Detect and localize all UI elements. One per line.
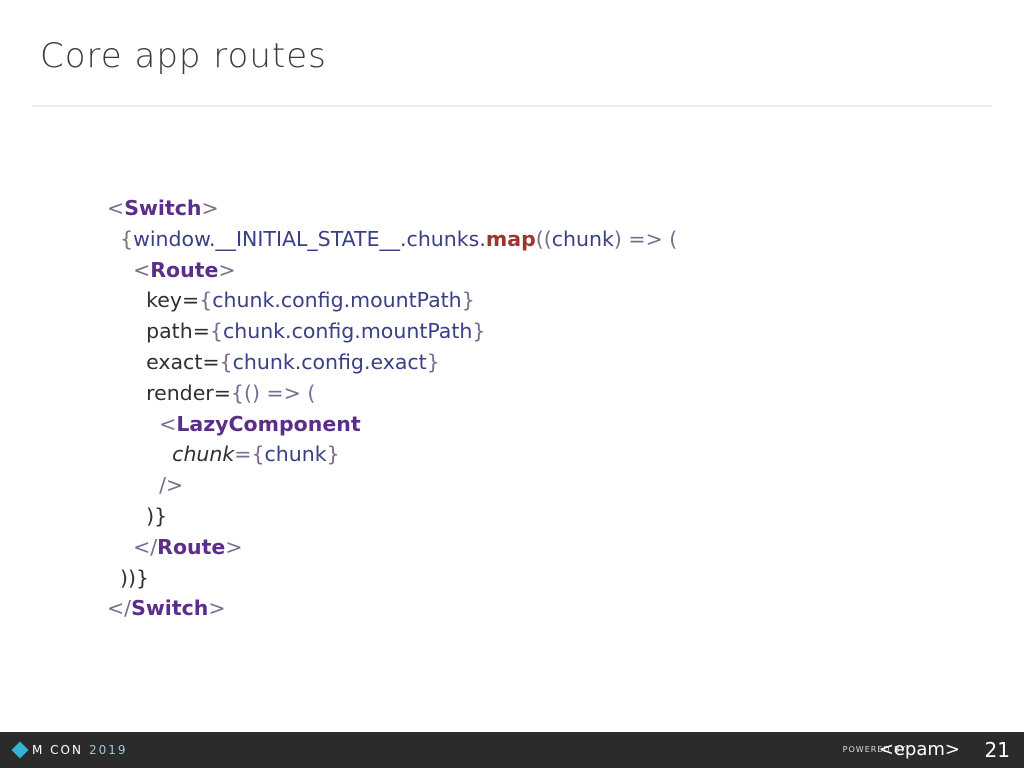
code-line: /> <box>107 470 677 501</box>
code-token: chunk.config.mountPath <box>212 288 462 313</box>
logo-diamond-icon <box>11 741 29 759</box>
code-token: exact= <box>107 349 220 374</box>
code-token: > <box>201 196 219 220</box>
code-line: <Switch> <box>107 193 677 224</box>
page-number: 21 <box>984 738 1010 762</box>
code-line: chunk={chunk} <box>107 439 677 470</box>
code-line: )} <box>107 501 677 532</box>
footer-bar: M CON 2019 POWERED BY <epam> 21 <box>0 732 1024 768</box>
code-token: render= <box>107 380 231 405</box>
code-token: < <box>107 411 177 436</box>
code-token: window.__INITIAL_STATE__.chunks. <box>133 226 486 251</box>
code-line: </Switch> <box>107 593 677 624</box>
epam-logo: <epam> <box>878 739 960 760</box>
code-token: /> <box>107 473 184 498</box>
code-token: < <box>107 257 151 282</box>
code-token: Route <box>150 257 219 282</box>
code-line: <LazyComponent <box>107 409 677 440</box>
code-token: { <box>209 319 223 344</box>
code-token: > <box>218 257 236 282</box>
slide-title: Core app routes <box>40 36 327 76</box>
code-token: Switch <box>131 596 209 621</box>
code-token: map <box>485 226 536 251</box>
code-token: ={ <box>234 442 265 467</box>
code-token: LazyComponent <box>176 411 361 436</box>
code-token: > <box>225 534 243 559</box>
code-line: <Route> <box>107 255 677 286</box>
code-token: } <box>472 319 486 344</box>
code-token: Route <box>157 534 226 559</box>
code-token: { <box>107 226 134 251</box>
code-token: } <box>326 442 340 467</box>
code-token: {() => ( <box>230 380 316 405</box>
code-token: { <box>199 288 213 313</box>
code-token: } <box>426 349 440 374</box>
code-token: chunk <box>264 442 327 467</box>
code-token: ) => ( <box>613 226 678 251</box>
conference-logo: M CON 2019 <box>11 741 128 759</box>
code-token: < <box>107 196 125 220</box>
code-token: } <box>461 288 475 313</box>
code-token: ))} <box>107 565 150 590</box>
code-line: exact={chunk.config.exact} <box>107 347 677 378</box>
code-token: chunk <box>551 226 614 251</box>
code-token: chunk <box>172 442 235 467</box>
title-divider <box>32 105 992 107</box>
code-token: chunk.config.exact <box>232 349 427 374</box>
code-token: path= <box>107 319 210 344</box>
code-token: > <box>208 596 226 621</box>
code-token: Switch <box>124 196 202 220</box>
code-token: (( <box>535 226 552 251</box>
code-line: </Route> <box>107 532 677 563</box>
code-token: key= <box>107 288 200 313</box>
code-block: <Switch> {window.__INITIAL_STATE__.chunk… <box>107 193 677 624</box>
code-line: key={chunk.config.mountPath} <box>107 285 677 316</box>
logo-year: 2019 <box>88 743 128 757</box>
code-token: )} <box>107 503 168 528</box>
code-line: ))} <box>107 563 677 594</box>
code-token: { <box>219 349 233 374</box>
code-token: </ <box>107 596 132 621</box>
code-line: {window.__INITIAL_STATE__.chunks.map((ch… <box>107 224 677 255</box>
code-line: path={chunk.config.mountPath} <box>107 316 677 347</box>
code-token: </ <box>107 534 158 559</box>
code-token: chunk.config.mountPath <box>222 319 473 344</box>
code-line: render={() => ( <box>107 378 677 409</box>
logo-text: M CON <box>32 743 83 757</box>
